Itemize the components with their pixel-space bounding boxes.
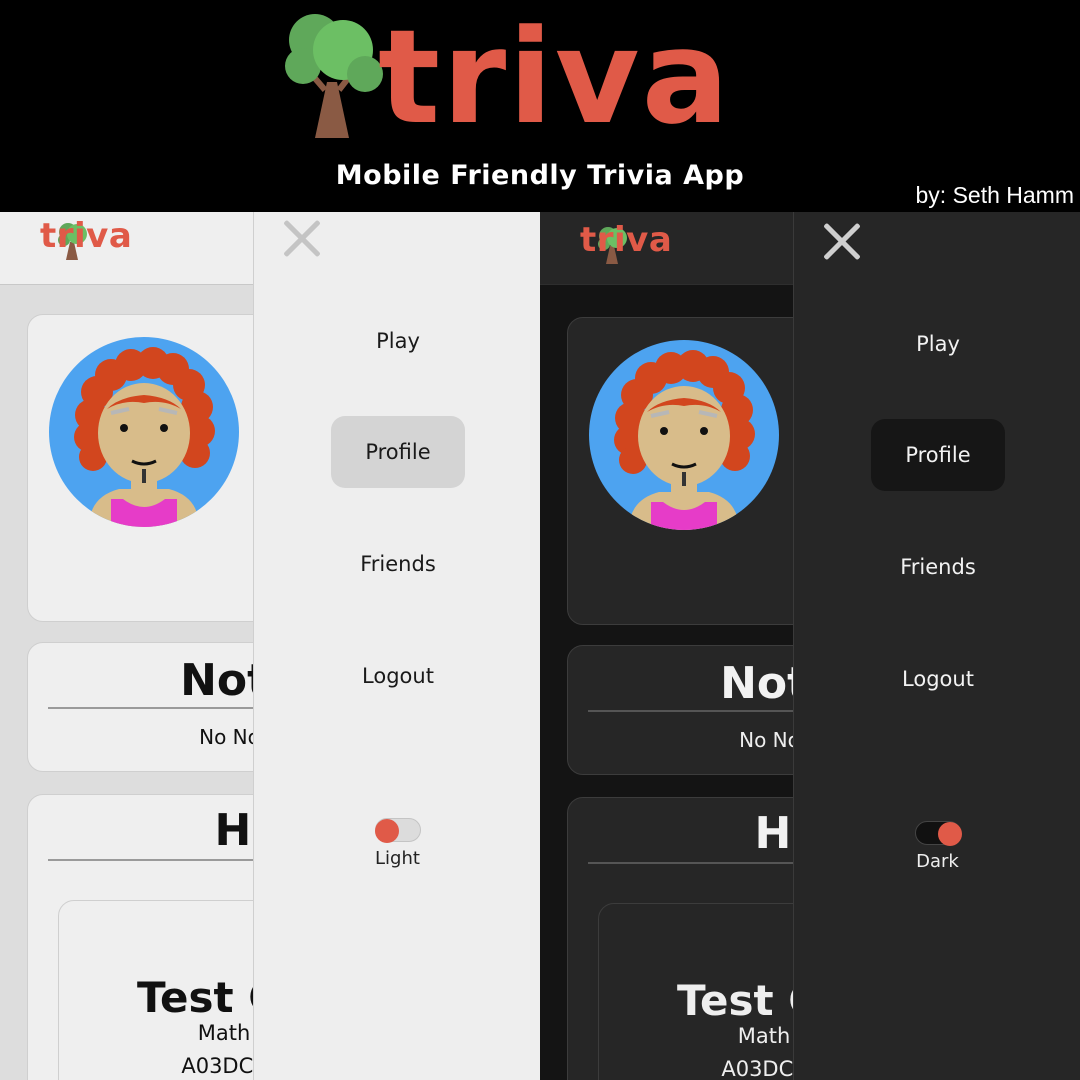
dark-mode-screen: triva Notifi No Notific Ho Test Ga Math …: [540, 212, 1080, 1080]
header-logo-text[interactable]: triva: [40, 216, 132, 256]
toggle-knob: [938, 822, 962, 846]
light-mode-screen: triva Notifi No Notific Ho Test Ga Math …: [0, 212, 540, 1080]
menu-item-logout[interactable]: Logout: [331, 640, 465, 712]
theme-toggle-label: Light: [375, 848, 420, 869]
banner: triva Mobile Friendly Trivia App by: Set…: [0, 0, 1080, 212]
menu-item-profile[interactable]: Profile: [331, 416, 465, 488]
menu-item-friends[interactable]: Friends: [331, 528, 465, 600]
header-logo-text[interactable]: triva: [580, 220, 672, 260]
side-menu: Play Profile Friends Logout Dark: [793, 212, 1080, 1080]
theme-toggle[interactable]: [375, 818, 421, 843]
avatar[interactable]: [49, 337, 239, 527]
theme-toggle-label: Dark: [916, 851, 959, 872]
byline: by: Seth Hamm: [915, 182, 1075, 208]
banner-logo-text: triva: [378, 1, 732, 153]
side-menu: Play Profile Friends Logout Light: [253, 212, 540, 1080]
close-icon[interactable]: [280, 218, 324, 262]
menu-item-profile[interactable]: Profile: [871, 419, 1005, 491]
menu-item-logout[interactable]: Logout: [871, 643, 1005, 715]
avatar[interactable]: [589, 340, 779, 530]
theme-toggle[interactable]: [915, 821, 962, 846]
toggle-knob: [375, 819, 399, 843]
menu-item-play[interactable]: Play: [331, 305, 465, 377]
close-icon[interactable]: [820, 221, 864, 265]
menu-item-friends[interactable]: Friends: [871, 531, 1005, 603]
menu-item-play[interactable]: Play: [871, 308, 1005, 380]
